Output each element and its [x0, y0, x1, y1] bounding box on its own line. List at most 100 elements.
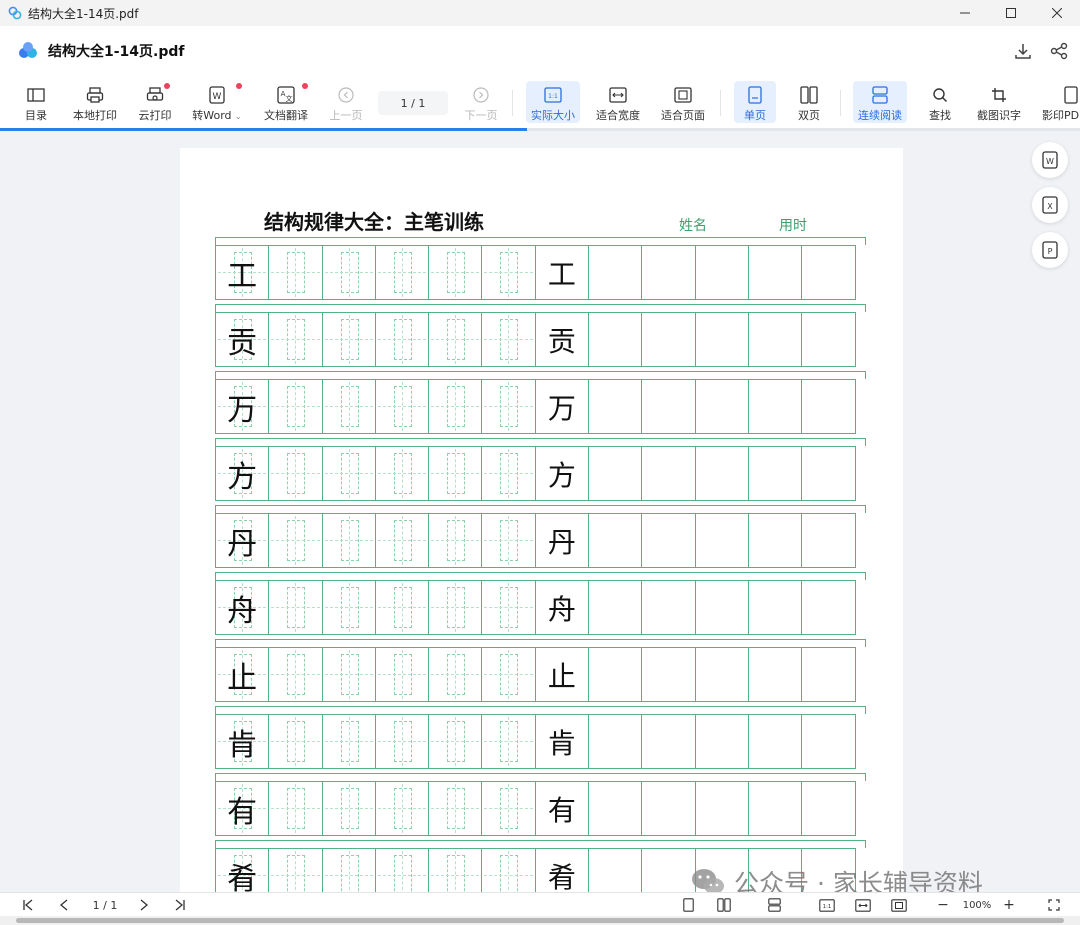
convert-to-word-button[interactable]: W — [1032, 142, 1068, 178]
print-pdf-button[interactable]: 影印PDF — [1040, 81, 1080, 123]
tracing-cell — [374, 714, 430, 769]
fullscreen-button[interactable] — [1044, 896, 1064, 914]
writing-cell — [641, 848, 696, 893]
practice-character: 丹 — [227, 526, 258, 562]
practice-row: 方方 — [215, 438, 868, 505]
cloud-print-button[interactable]: 云打印 — [136, 81, 174, 123]
guide-line — [455, 583, 457, 632]
scrollbar-thumb[interactable] — [16, 918, 1064, 923]
zoom-level[interactable]: 100% — [958, 896, 996, 914]
model-character-cell: 舟 — [534, 580, 590, 635]
tracing-cell — [374, 513, 430, 568]
find-button[interactable]: 查找 — [922, 81, 958, 123]
prev-page-button[interactable]: 上一页 — [328, 81, 364, 123]
actual-size-button[interactable]: 1:1 实际大小 — [526, 81, 580, 123]
model-character-cell: 万 — [534, 379, 590, 434]
status-fit-width-button[interactable] — [852, 896, 874, 914]
guide-line — [455, 784, 457, 833]
status-page-indicator[interactable]: 1 / 1 — [84, 896, 126, 914]
status-actual-size-button[interactable]: 1:1 — [816, 896, 838, 914]
practice-character: 万 — [547, 391, 576, 425]
page-number-input[interactable]: 1 / 1 — [378, 91, 448, 115]
zoom-out-button[interactable]: − — [934, 896, 952, 914]
download-button[interactable] — [1012, 40, 1034, 62]
status-double-page-button[interactable] — [714, 896, 734, 914]
guide-line — [508, 516, 510, 565]
practice-character: 肴 — [227, 861, 258, 894]
writing-cell — [588, 781, 643, 836]
guide-line — [508, 583, 510, 632]
local-print-button[interactable]: 本地打印 — [70, 81, 120, 123]
single-page-button[interactable]: 单页 — [734, 81, 776, 123]
writing-cell — [801, 580, 856, 635]
app-logo-icon — [19, 42, 37, 58]
guide-line — [401, 449, 403, 498]
tracing-cell — [374, 848, 430, 893]
practice-row: 万万 — [215, 371, 868, 438]
close-button[interactable] — [1034, 0, 1080, 26]
fit-width-button[interactable]: 适合宽度 — [594, 81, 642, 123]
status-continuous-button[interactable] — [764, 896, 784, 914]
ocr-button[interactable]: 截图识字 — [974, 81, 1024, 123]
practice-character: 肴 — [547, 860, 576, 894]
tracing-cell — [321, 714, 376, 769]
tracing-cell — [321, 446, 376, 501]
writing-cell — [694, 647, 749, 702]
reference-character-cell: 方 — [215, 446, 270, 501]
reference-character-cell: 肴 — [215, 848, 270, 894]
svg-text:P: P — [1048, 247, 1053, 256]
guide-line — [295, 650, 297, 699]
status-single-page-button[interactable] — [678, 896, 698, 914]
practice-character: 方 — [547, 458, 576, 492]
writing-cell — [641, 714, 696, 769]
guide-line — [455, 851, 457, 893]
tracing-cell — [428, 446, 483, 501]
tracing-cell — [268, 647, 323, 702]
row-cells: 舟舟 — [215, 580, 856, 635]
previous-page-button[interactable] — [54, 896, 74, 914]
fit-page-icon — [891, 898, 907, 912]
row-cells: 万万 — [215, 379, 856, 434]
translate-button[interactable]: A文 文档翻译 — [262, 81, 310, 123]
guide-line — [348, 650, 350, 699]
convert-to-excel-button[interactable]: X — [1032, 187, 1068, 223]
word-icon: W — [209, 85, 225, 104]
writing-cell — [641, 647, 696, 702]
actual-size-icon: 1:1 — [544, 86, 562, 103]
to-word-button[interactable]: W 转Word ⌄ — [190, 81, 244, 123]
maximize-button[interactable] — [988, 0, 1034, 26]
toc-button[interactable]: 目录 — [20, 81, 52, 123]
minimize-button[interactable] — [942, 0, 988, 26]
word-convert-icon: W — [1042, 151, 1058, 169]
toc-icon — [27, 87, 45, 102]
zoom-in-button[interactable]: + — [1000, 896, 1018, 914]
writing-cell — [801, 647, 856, 702]
tracing-cell — [321, 580, 376, 635]
next-page-status-button[interactable] — [134, 896, 154, 914]
writing-cell — [588, 245, 643, 300]
horizontal-scrollbar[interactable] — [0, 916, 1080, 925]
model-character-cell: 工 — [534, 245, 590, 300]
guide-line — [401, 583, 403, 632]
guide-line — [455, 248, 457, 297]
guide-line — [401, 516, 403, 565]
guide-line — [401, 650, 403, 699]
first-page-button[interactable] — [18, 896, 38, 914]
practice-row: 止止 — [215, 639, 868, 706]
convert-to-ppt-button[interactable]: P — [1032, 232, 1068, 268]
writing-cell — [588, 580, 643, 635]
writing-cell — [694, 714, 749, 769]
fit-page-button[interactable]: 适合页面 — [659, 81, 707, 123]
writing-cell — [588, 848, 643, 893]
next-page-button[interactable]: 下一页 — [463, 81, 499, 123]
translate-icon: A文 — [277, 85, 295, 104]
continuous-read-button[interactable]: 连续阅读 — [853, 81, 907, 123]
status-fit-page-button[interactable] — [888, 896, 910, 914]
chevron-down-icon: ⌄ — [235, 112, 242, 121]
double-page-button[interactable]: 双页 — [790, 81, 828, 123]
row-cells: 肯肯 — [215, 714, 856, 769]
last-page-button[interactable] — [170, 896, 190, 914]
guide-line — [508, 717, 510, 766]
writing-cell — [801, 446, 856, 501]
share-button[interactable] — [1048, 40, 1070, 62]
